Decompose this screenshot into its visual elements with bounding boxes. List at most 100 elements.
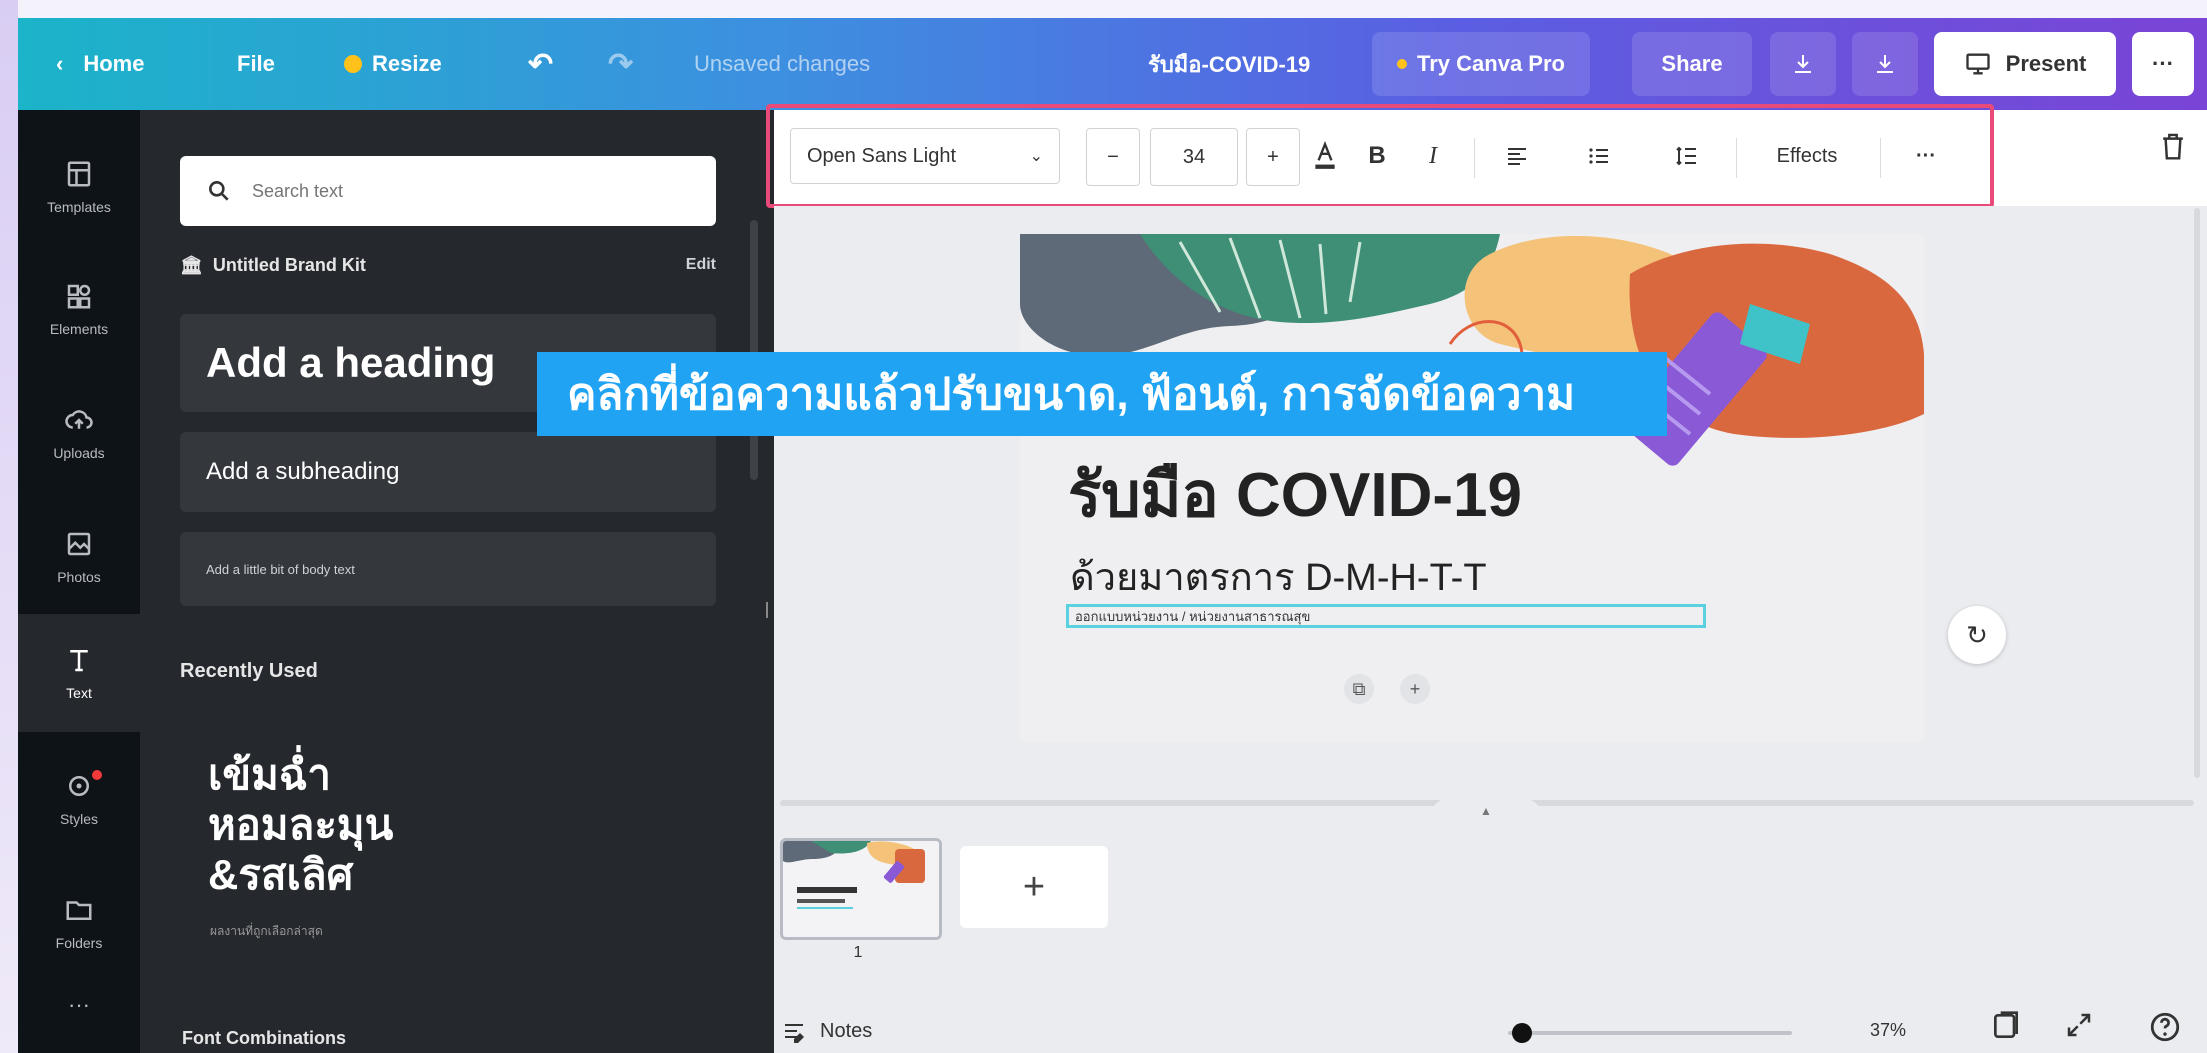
undo-button[interactable]: ↶ <box>528 18 553 110</box>
brand-kit-edit-link[interactable]: Edit <box>686 256 716 274</box>
text-icon <box>70 650 88 672</box>
bold-button[interactable]: B <box>1354 128 1400 184</box>
page-strip-toggle[interactable]: ▲ <box>1426 796 1546 826</box>
resize-button[interactable]: Resize <box>344 18 442 110</box>
crown-icon <box>344 55 362 73</box>
fullscreen-button[interactable] <box>2064 1010 2094 1047</box>
search-box[interactable] <box>180 156 716 226</box>
toolbar-divider <box>1736 138 1737 178</box>
text-color-icon <box>1315 141 1335 169</box>
home-label: Home <box>83 51 145 76</box>
expand-icon <box>2067 1013 2091 1037</box>
rail-folders-label: Folders <box>55 935 103 951</box>
toolbar-more-button[interactable]: ··· <box>1896 128 1956 184</box>
subheadline-text[interactable]: ด้วยมาตรการ D-M-H-T-T <box>1070 546 1487 607</box>
present-icon <box>1965 53 1990 75</box>
help-icon <box>2150 1012 2180 1042</box>
brand-kit-icon: 🏛 <box>180 254 203 275</box>
rail-text[interactable]: Text <box>18 614 140 732</box>
more-menu-button[interactable]: ··· <box>2132 32 2194 96</box>
effects-button[interactable]: Effects <box>1752 128 1862 184</box>
help-button[interactable] <box>2148 1010 2182 1051</box>
chevron-up-icon: ▲ <box>1480 804 1492 818</box>
rail-more[interactable]: ··· <box>18 970 140 1040</box>
resize-label: Resize <box>372 51 442 76</box>
thumbnail-preview <box>783 841 939 937</box>
pro-dot-icon <box>1397 59 1408 69</box>
add-element-button[interactable]: + <box>1400 674 1430 704</box>
rail-photos[interactable]: Photos <box>18 498 140 616</box>
recent-font-sample[interactable]: เข้มฉ่ำ หอมละมุน &รสเลิศ <box>208 750 468 900</box>
font-size-decrease-button[interactable]: − <box>1086 128 1140 186</box>
align-left-icon <box>1508 148 1526 165</box>
brand-kit-row: 🏛 Untitled Brand Kit Edit <box>180 250 716 280</box>
try-canva-pro-button[interactable]: Try Canva Pro <box>1372 32 1590 96</box>
photos-icon <box>67 532 91 556</box>
list-button[interactable] <box>1572 128 1626 184</box>
headline-text[interactable]: รับมือ COVID-19 <box>1068 446 1522 544</box>
zoom-level[interactable]: 37% <box>1870 1020 1906 1041</box>
spacing-icon <box>1676 146 1696 166</box>
rail-templates[interactable]: Templates <box>18 128 140 246</box>
add-page-button[interactable]: + <box>960 846 1108 928</box>
zoom-slider[interactable] <box>1508 1031 1792 1035</box>
chevron-left-icon: ‹ <box>56 51 64 76</box>
rail-templates-label: Templates <box>47 199 111 215</box>
present-button[interactable]: Present <box>1934 32 2116 96</box>
sample-line-3: &รสเลิศ <box>208 851 354 898</box>
print-button[interactable] <box>1770 32 1836 96</box>
styles-icon <box>69 776 89 796</box>
rail-elements-label: Elements <box>49 321 109 337</box>
rail-folders[interactable]: Folders <box>18 864 140 982</box>
share-button[interactable]: Share <box>1632 32 1752 96</box>
font-size-input[interactable]: 34 <box>1150 128 1238 186</box>
font-combinations-heading: Font Combinations <box>182 1028 346 1048</box>
rail-elements[interactable]: Elements <box>18 250 140 368</box>
recently-used-heading: Recently Used <box>180 660 318 682</box>
brand-kit-name: Untitled Brand Kit <box>212 254 366 275</box>
search-icon <box>209 181 229 201</box>
page-thumbnail[interactable] <box>780 838 942 940</box>
selected-text-box[interactable]: ออกแบบหน่วยงาน / หน่วยงานสาธารณสุข <box>1066 604 1706 628</box>
rotate-handle[interactable]: ↻ <box>1948 606 2006 664</box>
document-title[interactable]: รับมือ-COVID-19 <box>1148 18 1310 110</box>
toolbar-divider <box>1880 138 1881 178</box>
add-subheading-button[interactable]: Add a subheading <box>180 432 716 512</box>
rail-photos-label: Photos <box>57 569 101 585</box>
home-button[interactable]: ‹ Home <box>56 18 144 110</box>
sample-line-2: หอมละมุน <box>208 801 394 848</box>
selected-text-content: ออกแบบหน่วยงาน / หน่วยงานสาธารณสุข <box>1075 608 1311 624</box>
redo-button[interactable]: ↷ <box>608 18 633 110</box>
uploads-icon <box>65 410 93 429</box>
page-view-button[interactable] <box>1990 1010 2022 1049</box>
vertical-scrollbar[interactable] <box>2194 208 2200 778</box>
add-body-text-button[interactable]: Add a little bit of body text <box>180 532 716 606</box>
rail-uploads[interactable]: Uploads <box>18 374 140 492</box>
file-menu[interactable]: File <box>237 18 275 110</box>
notes-label: Notes <box>820 1020 873 1042</box>
search-input[interactable] <box>250 179 674 203</box>
print-icon <box>1795 55 1811 73</box>
notes-icon <box>785 1023 804 1043</box>
elements-icon <box>67 284 91 309</box>
font-family-select[interactable]: Open Sans Light ⌄ <box>790 128 1060 184</box>
instruction-banner: คลิกที่ข้อความแล้วปรับขนาด, ฟ้อนต์, การจ… <box>537 352 1667 436</box>
text-color-button[interactable] <box>1300 128 1350 184</box>
copy-element-button[interactable]: ⧉ <box>1344 674 1374 704</box>
spacing-button[interactable] <box>1660 128 1714 184</box>
font-size-increase-button[interactable]: + <box>1246 128 1300 186</box>
desktop-background <box>0 0 18 1053</box>
align-button[interactable] <box>1490 128 1544 184</box>
italic-button[interactable]: I <box>1410 128 1456 184</box>
download-button[interactable] <box>1852 32 1918 96</box>
panel-scrollbar[interactable] <box>750 220 758 480</box>
download-icon <box>1877 55 1893 73</box>
delete-button[interactable] <box>2158 130 2188 167</box>
notes-button[interactable]: Notes <box>782 1020 872 1043</box>
rail-styles[interactable]: Styles <box>18 740 140 858</box>
more-icon: ··· <box>68 992 90 1017</box>
sample-line-1: เข้มฉ่ำ <box>208 751 331 798</box>
notification-dot <box>92 770 102 780</box>
try-pro-label: Try Canva Pro <box>1417 51 1565 76</box>
rail-text-label: Text <box>66 685 92 701</box>
